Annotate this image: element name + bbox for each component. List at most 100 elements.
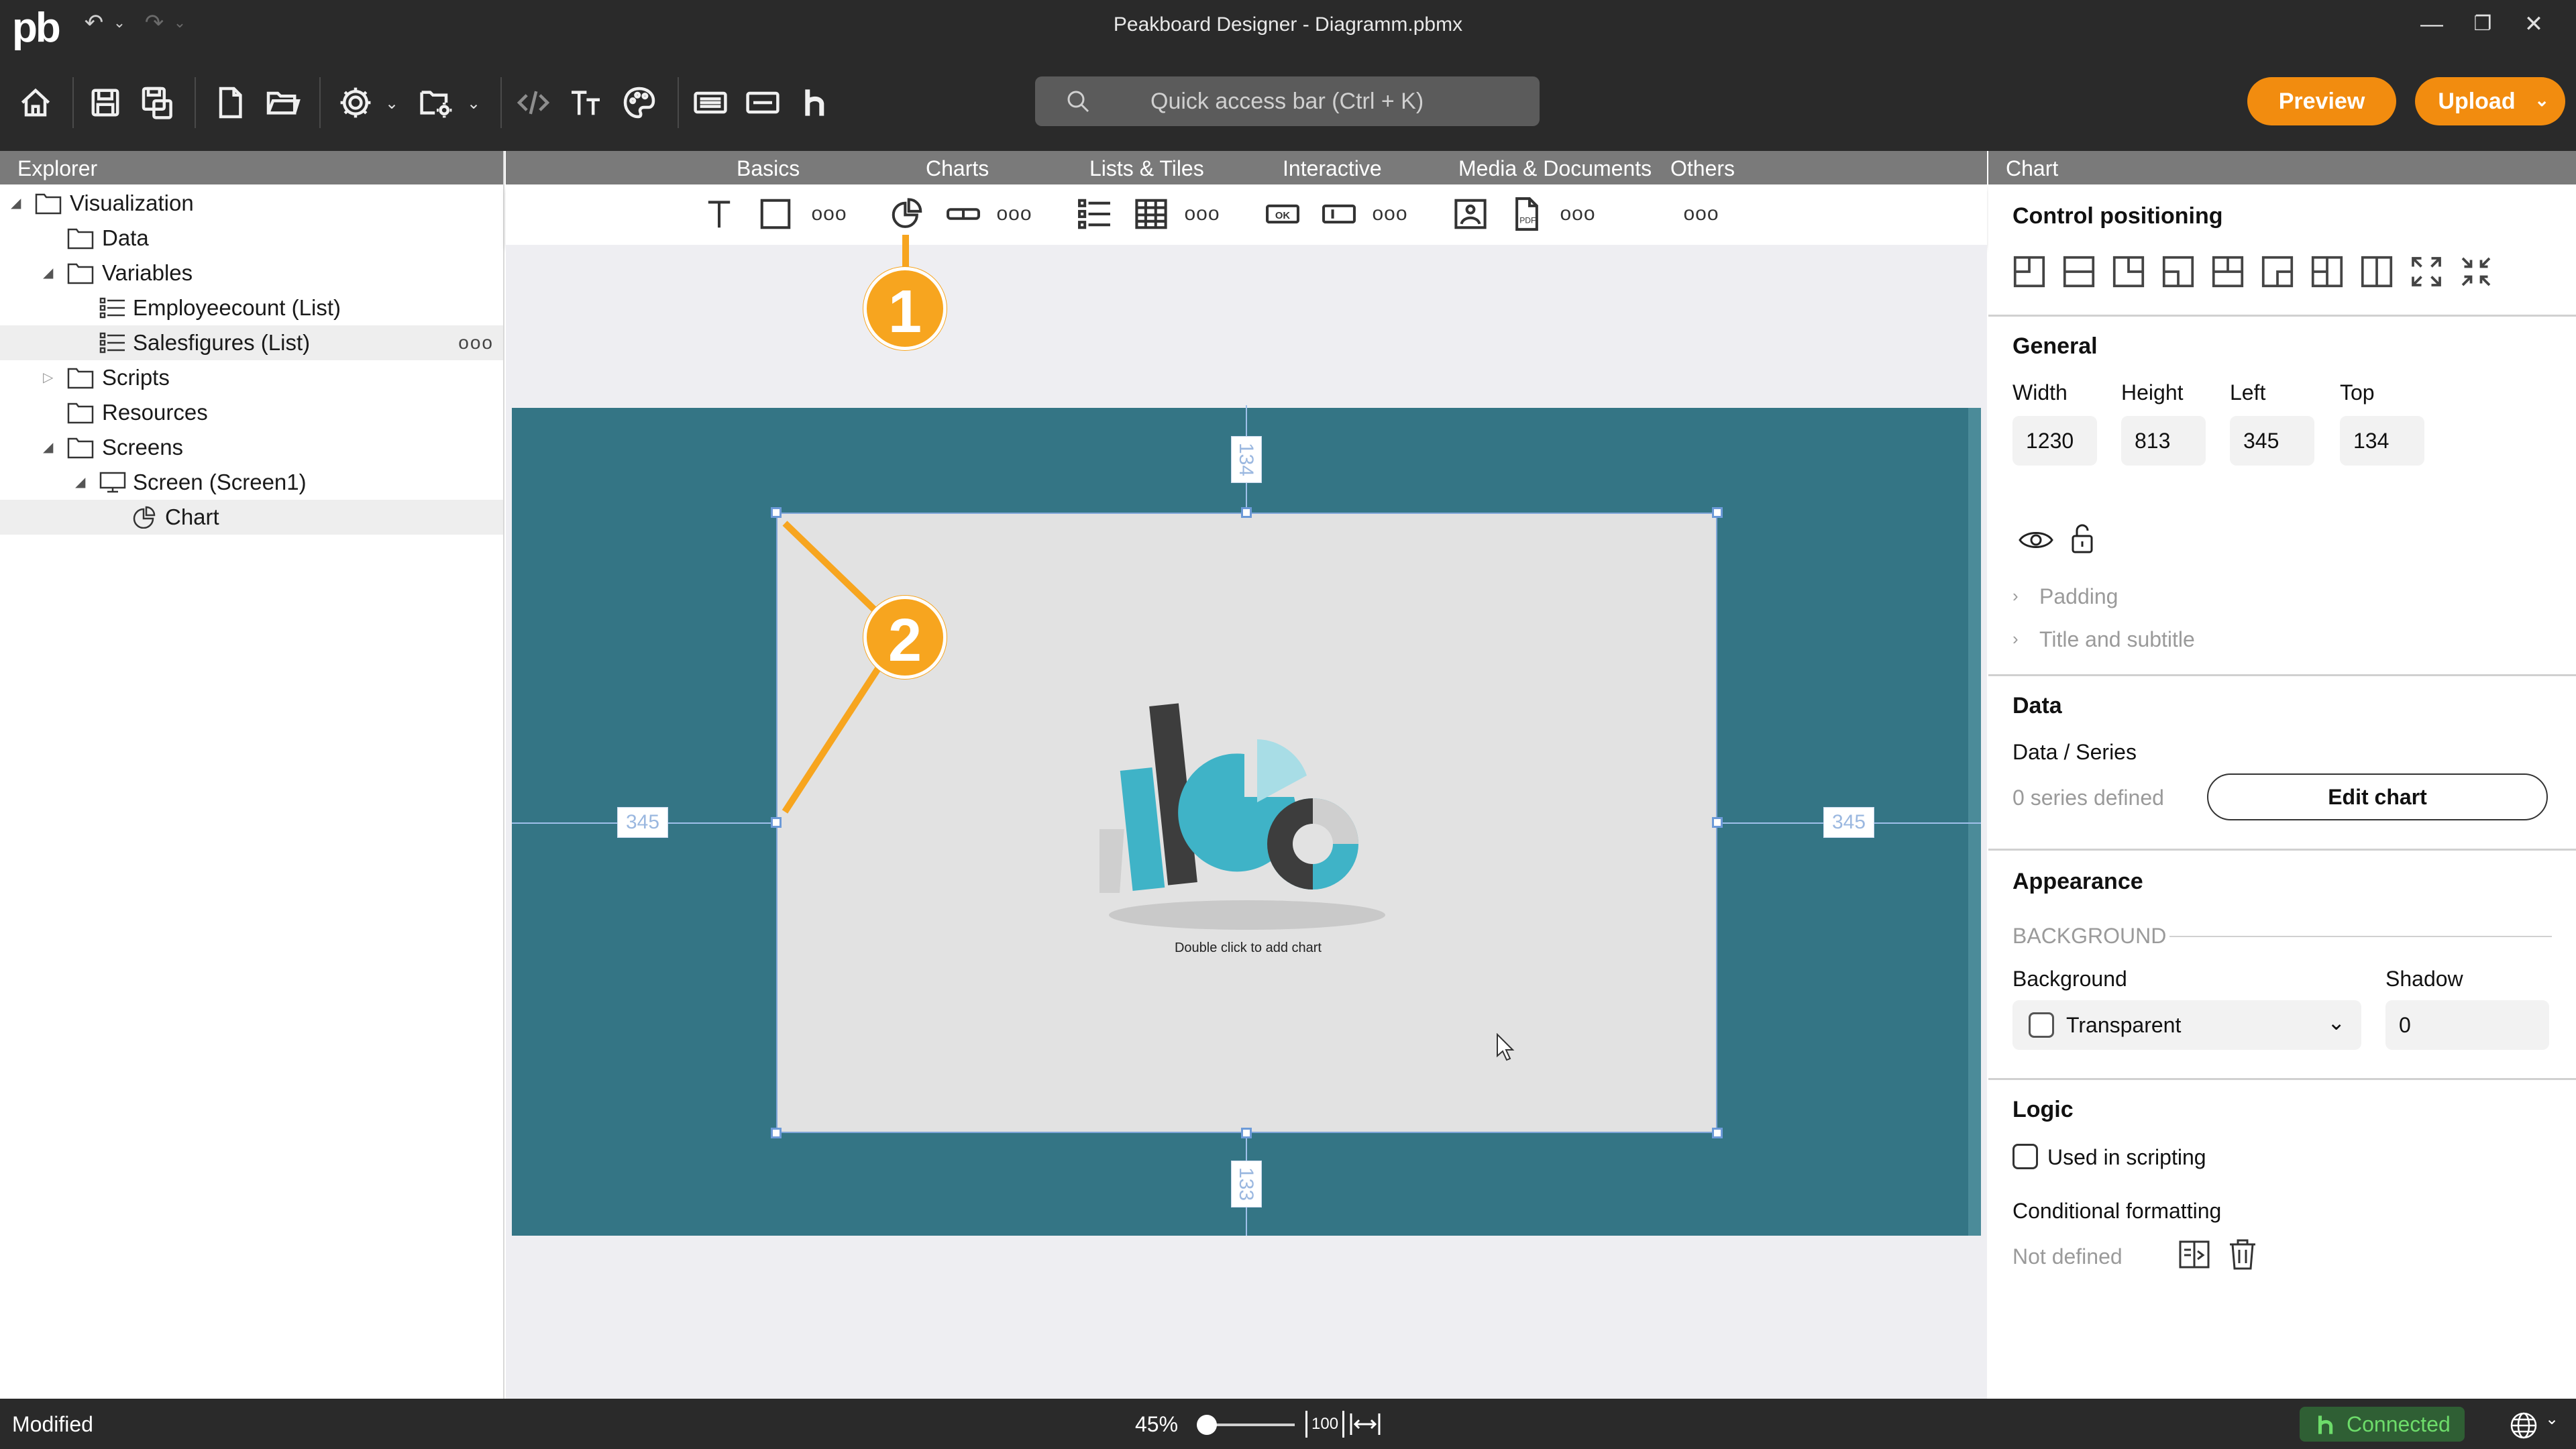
resize-handle-top-right[interactable] bbox=[1712, 507, 1723, 518]
resize-handle-bottom-left[interactable] bbox=[771, 1128, 782, 1138]
tree-item-resources[interactable]: Resources bbox=[0, 395, 503, 430]
language-dropdown-icon[interactable]: ⌄ bbox=[2545, 1409, 2559, 1429]
restore-icon[interactable]: ❐ bbox=[2466, 9, 2500, 39]
image-tool-icon[interactable] bbox=[1449, 193, 1492, 235]
new-file-icon[interactable] bbox=[207, 79, 254, 126]
lists-more-icon[interactable]: ooo bbox=[1181, 193, 1224, 235]
edit-chart-button[interactable]: Edit chart bbox=[2207, 773, 2548, 820]
tree-item-chart[interactable]: Chart bbox=[0, 500, 503, 535]
tree-item-data[interactable]: Data bbox=[0, 221, 503, 256]
edit-formatting-icon[interactable] bbox=[2178, 1238, 2211, 1271]
save-icon[interactable] bbox=[82, 79, 129, 126]
tree-item-screens[interactable]: ◢ Screens bbox=[0, 430, 503, 465]
hub-icon[interactable] bbox=[792, 79, 839, 126]
tree-item-visualization[interactable]: ◢ Visualization bbox=[0, 186, 503, 221]
close-icon[interactable]: ✕ bbox=[2517, 9, 2551, 39]
delete-trash-icon[interactable] bbox=[2227, 1238, 2258, 1271]
visibility-eye-icon[interactable] bbox=[2018, 527, 2054, 553]
align-top-icon[interactable] bbox=[2062, 255, 2096, 288]
resize-handle-top[interactable] bbox=[1241, 507, 1252, 518]
collapse-icon[interactable]: ◢ bbox=[43, 256, 53, 290]
logic-title: Logic bbox=[2012, 1097, 2074, 1122]
tab-media-documents[interactable]: Media & Documents bbox=[1458, 151, 1652, 186]
upload-dropdown-icon[interactable]: ⌄ bbox=[2534, 76, 2549, 124]
textbox-tool-icon[interactable] bbox=[1318, 193, 1360, 235]
background-select[interactable]: Transparent ⌄ bbox=[2012, 1000, 2361, 1050]
fit-width-icon[interactable] bbox=[1348, 1411, 1382, 1438]
height-input[interactable]: 813 bbox=[2121, 416, 2206, 466]
more-options-icon[interactable]: ooo bbox=[458, 325, 494, 360]
palette-icon[interactable] bbox=[616, 79, 663, 126]
resize-handle-right[interactable] bbox=[1712, 817, 1723, 828]
collapse-icon[interactable]: ◢ bbox=[11, 186, 21, 221]
collapse-icon[interactable]: ◢ bbox=[75, 465, 85, 500]
resize-handle-bottom-right[interactable] bbox=[1712, 1128, 1723, 1138]
tab-others[interactable]: Others bbox=[1670, 151, 1735, 186]
others-more-icon[interactable]: ooo bbox=[1680, 193, 1723, 235]
align-left-icon[interactable] bbox=[2310, 255, 2344, 288]
progress-bar-tool-icon[interactable] bbox=[942, 193, 985, 235]
open-folder-icon[interactable] bbox=[259, 79, 306, 126]
resize-handle-bottom[interactable] bbox=[1241, 1128, 1252, 1138]
edge-device-icon[interactable] bbox=[739, 79, 786, 126]
list-tool-icon[interactable] bbox=[1073, 193, 1116, 235]
align-top-right-icon[interactable] bbox=[2112, 255, 2145, 288]
padding-expander[interactable]: Padding bbox=[2039, 584, 2118, 609]
chevron-right-icon[interactable]: › bbox=[2012, 629, 2019, 649]
text-tool-icon[interactable] bbox=[698, 193, 741, 235]
tab-basics[interactable]: Basics bbox=[737, 151, 800, 186]
used-in-scripting-checkbox[interactable] bbox=[2012, 1144, 2038, 1169]
code-icon[interactable] bbox=[510, 79, 557, 126]
quick-access-bar[interactable]: Quick access bar (Ctrl + K) bbox=[1035, 76, 1540, 126]
chevron-right-icon[interactable]: › bbox=[2012, 586, 2019, 606]
zoom-slider-thumb[interactable] bbox=[1197, 1415, 1217, 1435]
align-top-left-icon[interactable] bbox=[2012, 255, 2046, 288]
interactive-more-icon[interactable]: ooo bbox=[1368, 193, 1411, 235]
stretch-icon[interactable] bbox=[2410, 255, 2443, 288]
align-bottom-icon[interactable] bbox=[2211, 255, 2245, 288]
folder-settings-dropdown-icon[interactable]: ⌄ bbox=[467, 94, 480, 113]
text-style-icon[interactable] bbox=[562, 79, 609, 126]
button-tool-icon[interactable]: OK bbox=[1261, 193, 1304, 235]
media-more-icon[interactable]: ooo bbox=[1556, 193, 1599, 235]
chart-hint-text: Double click to add chart bbox=[1174, 941, 1322, 955]
tree-item-salesfigures[interactable]: Salesfigures (List) ooo bbox=[0, 325, 503, 360]
upload-button[interactable]: Upload ⌄ bbox=[2415, 77, 2565, 125]
align-bottom-right-icon[interactable] bbox=[2261, 255, 2294, 288]
screen-scrollbar[interactable] bbox=[1968, 408, 1981, 1236]
top-input[interactable]: 134 bbox=[2340, 416, 2424, 466]
list-icon bbox=[99, 297, 125, 319]
title-subtitle-expander[interactable]: Title and subtitle bbox=[2039, 627, 2195, 652]
charts-more-icon[interactable]: ooo bbox=[993, 193, 1036, 235]
expand-icon[interactable]: ▷ bbox=[43, 360, 53, 395]
tree-item-employeecount[interactable]: Employeecount (List) bbox=[0, 290, 503, 325]
width-input[interactable]: 1230 bbox=[2012, 416, 2097, 466]
tree-item-scripts[interactable]: ▷ Scripts bbox=[0, 360, 503, 395]
table-tool-icon[interactable] bbox=[1130, 193, 1173, 235]
shadow-input[interactable]: 0 bbox=[2385, 1000, 2549, 1050]
connection-status[interactable]: Connected bbox=[2300, 1407, 2465, 1442]
zoom-100-button[interactable]: 100 bbox=[1305, 1411, 1345, 1438]
align-right-icon[interactable] bbox=[2360, 255, 2394, 288]
tree-item-screen1[interactable]: ◢ Screen (Screen1) bbox=[0, 465, 503, 500]
home-icon[interactable] bbox=[12, 79, 59, 126]
minimize-icon[interactable]: — bbox=[2415, 9, 2449, 39]
center-icon[interactable] bbox=[2459, 255, 2493, 288]
left-input[interactable]: 345 bbox=[2230, 416, 2314, 466]
tab-interactive[interactable]: Interactive bbox=[1283, 151, 1382, 186]
tab-lists-tiles[interactable]: Lists & Tiles bbox=[1089, 151, 1204, 186]
tab-charts[interactable]: Charts bbox=[926, 151, 989, 186]
peakboard-box-icon[interactable] bbox=[687, 79, 734, 126]
collapse-icon[interactable]: ◢ bbox=[43, 430, 53, 465]
lock-open-icon[interactable] bbox=[2069, 521, 2096, 555]
save-as-icon[interactable] bbox=[134, 79, 181, 126]
tree-item-variables[interactable]: ◢ Variables bbox=[0, 256, 503, 290]
pdf-tool-icon[interactable]: PDF bbox=[1505, 193, 1548, 235]
align-bottom-left-icon[interactable] bbox=[2161, 255, 2195, 288]
used-in-scripting-label: Used in scripting bbox=[2047, 1145, 2206, 1169]
settings-dropdown-icon[interactable]: ⌄ bbox=[385, 94, 398, 113]
globe-language-icon[interactable] bbox=[2509, 1411, 2538, 1440]
folder-settings-icon[interactable] bbox=[413, 79, 460, 126]
settings-gear-icon[interactable] bbox=[332, 79, 379, 126]
preview-button[interactable]: Preview bbox=[2247, 77, 2396, 125]
